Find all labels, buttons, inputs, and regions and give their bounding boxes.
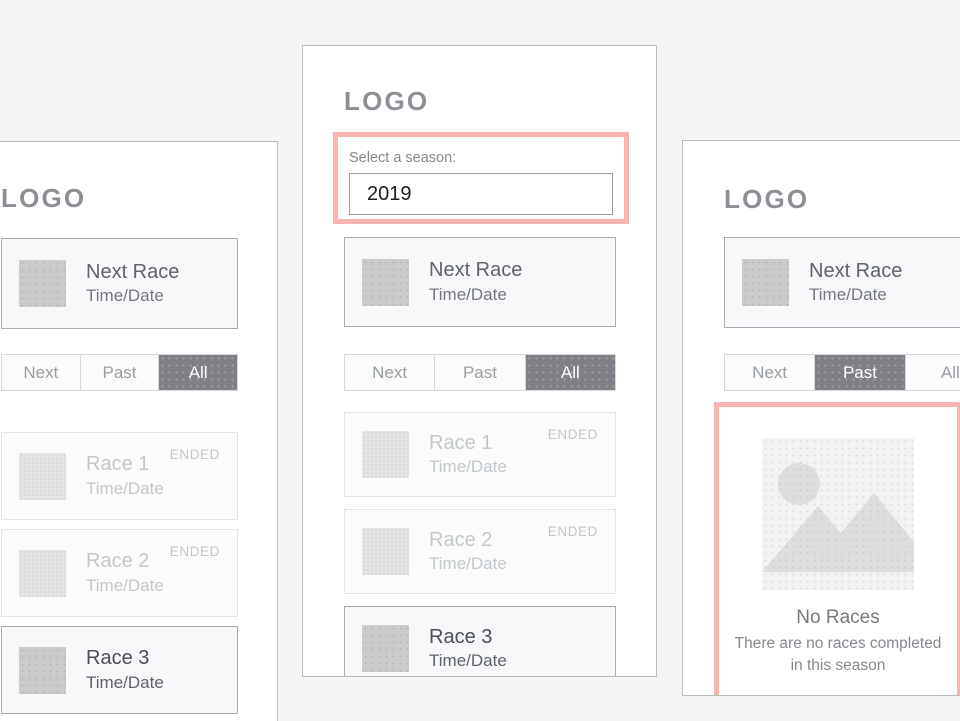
- panel-left-content: LOGO Next Race Time/Date Next Past All R…: [0, 142, 277, 721]
- empty-state-highlight: No Races There are no races completed in…: [714, 402, 960, 695]
- race-list-item[interactable]: Race 3 Time/Date: [344, 606, 616, 676]
- logo-right: LOGO: [724, 184, 810, 214]
- panel-left: LOGO Next Race Time/Date Next Past All R…: [0, 141, 278, 721]
- race-title: Race 2: [429, 528, 493, 551]
- next-race-title: Next Race: [429, 259, 523, 282]
- panel-middle-content: LOGO Select a season: 2019 Next Race Tim…: [303, 46, 656, 676]
- race-thumbnail-icon: [19, 549, 66, 597]
- race-thumbnail-icon: [19, 646, 66, 694]
- next-race-text: Next Race Time/Date: [429, 258, 522, 305]
- panel-right: LOGO Next Race Time/Date Next Past All N…: [682, 140, 960, 696]
- race-subtitle: Time/Date: [86, 478, 164, 498]
- panel-middle: LOGO Select a season: 2019 Next Race Tim…: [302, 45, 657, 677]
- status-badge: ENDED: [547, 427, 598, 442]
- next-race-card-left[interactable]: Next Race Time/Date: [1, 238, 238, 329]
- race-thumbnail-icon: [362, 625, 409, 672]
- season-select-input[interactable]: 2019: [349, 173, 613, 215]
- race-text: Race 1 Time/Date: [429, 431, 507, 478]
- image-placeholder-icon: [762, 438, 914, 590]
- race-subtitle: Time/Date: [429, 651, 507, 671]
- race-text: Race 1 Time/Date: [86, 452, 164, 499]
- race-thumbnail-icon: [19, 260, 66, 307]
- race-text: Race 2 Time/Date: [429, 528, 507, 575]
- next-race-card-right[interactable]: Next Race Time/Date: [724, 237, 960, 328]
- race-filter-segmented-left[interactable]: Next Past All: [1, 354, 238, 391]
- next-race-title: Next Race: [86, 260, 180, 283]
- segment-all[interactable]: All: [906, 355, 960, 390]
- segment-all[interactable]: All: [525, 355, 615, 390]
- status-badge: ENDED: [169, 544, 220, 559]
- next-race-text: Next Race Time/Date: [86, 260, 179, 307]
- next-race-subtitle: Time/Date: [809, 285, 887, 305]
- next-race-subtitle: Time/Date: [86, 286, 164, 306]
- race-thumbnail-icon: [362, 528, 409, 575]
- race-title: Race 3: [429, 625, 493, 648]
- status-badge: ENDED: [169, 447, 220, 462]
- panel-right-content: LOGO Next Race Time/Date Next Past All N…: [683, 141, 960, 695]
- season-selector-highlight: Select a season: 2019: [333, 132, 629, 224]
- race-list-item[interactable]: Race 3 Time/Date: [1, 626, 238, 714]
- segment-next[interactable]: Next: [2, 355, 81, 390]
- race-title: Race 1: [86, 453, 150, 476]
- segment-next[interactable]: Next: [345, 355, 436, 390]
- race-thumbnail-icon: [19, 452, 66, 500]
- race-list-item[interactable]: Race 2 Time/Date ENDED: [344, 509, 616, 594]
- segment-past[interactable]: Past: [815, 355, 906, 390]
- segment-next[interactable]: Next: [725, 355, 816, 390]
- race-subtitle: Time/Date: [86, 672, 164, 692]
- status-badge: ENDED: [547, 524, 598, 539]
- race-thumbnail-icon: [742, 259, 789, 306]
- next-race-subtitle: Time/Date: [429, 284, 507, 304]
- race-subtitle: Time/Date: [429, 457, 507, 477]
- race-title: Race 2: [86, 550, 150, 573]
- race-thumbnail-icon: [362, 258, 409, 306]
- race-title: Race 3: [86, 647, 150, 670]
- race-text: Race 3 Time/Date: [429, 625, 507, 672]
- segment-all[interactable]: All: [159, 355, 238, 390]
- race-filter-segmented-right[interactable]: Next Past All: [724, 354, 960, 391]
- race-text: Race 2 Time/Date: [86, 549, 164, 596]
- race-list-item[interactable]: Race 1 Time/Date ENDED: [1, 432, 238, 520]
- race-subtitle: Time/Date: [429, 554, 507, 574]
- wireframe-stage: LOGO Next Race Time/Date Next Past All R…: [0, 0, 960, 721]
- logo-left: LOGO: [1, 183, 87, 213]
- race-subtitle: Time/Date: [86, 575, 164, 595]
- next-race-title: Next Race: [809, 259, 903, 282]
- race-list-item[interactable]: Race 2 Time/Date ENDED: [1, 529, 238, 617]
- segment-past[interactable]: Past: [81, 355, 160, 390]
- race-text: Race 3 Time/Date: [86, 646, 164, 693]
- season-label: Select a season:: [349, 150, 457, 166]
- logo-middle: LOGO: [344, 86, 430, 116]
- image-placeholder-glyph: [762, 463, 914, 572]
- next-race-text: Next Race Time/Date: [809, 259, 902, 306]
- race-list-item[interactable]: Race 1 Time/Date ENDED: [344, 412, 616, 497]
- empty-state-message: There are no races completed in this sea…: [734, 635, 942, 674]
- race-filter-segmented-middle[interactable]: Next Past All: [344, 354, 616, 391]
- next-race-card-middle[interactable]: Next Race Time/Date: [344, 237, 616, 327]
- race-thumbnail-icon: [362, 431, 409, 478]
- empty-state-title: No Races: [796, 607, 880, 628]
- segment-past[interactable]: Past: [435, 355, 526, 390]
- race-title: Race 1: [429, 431, 493, 454]
